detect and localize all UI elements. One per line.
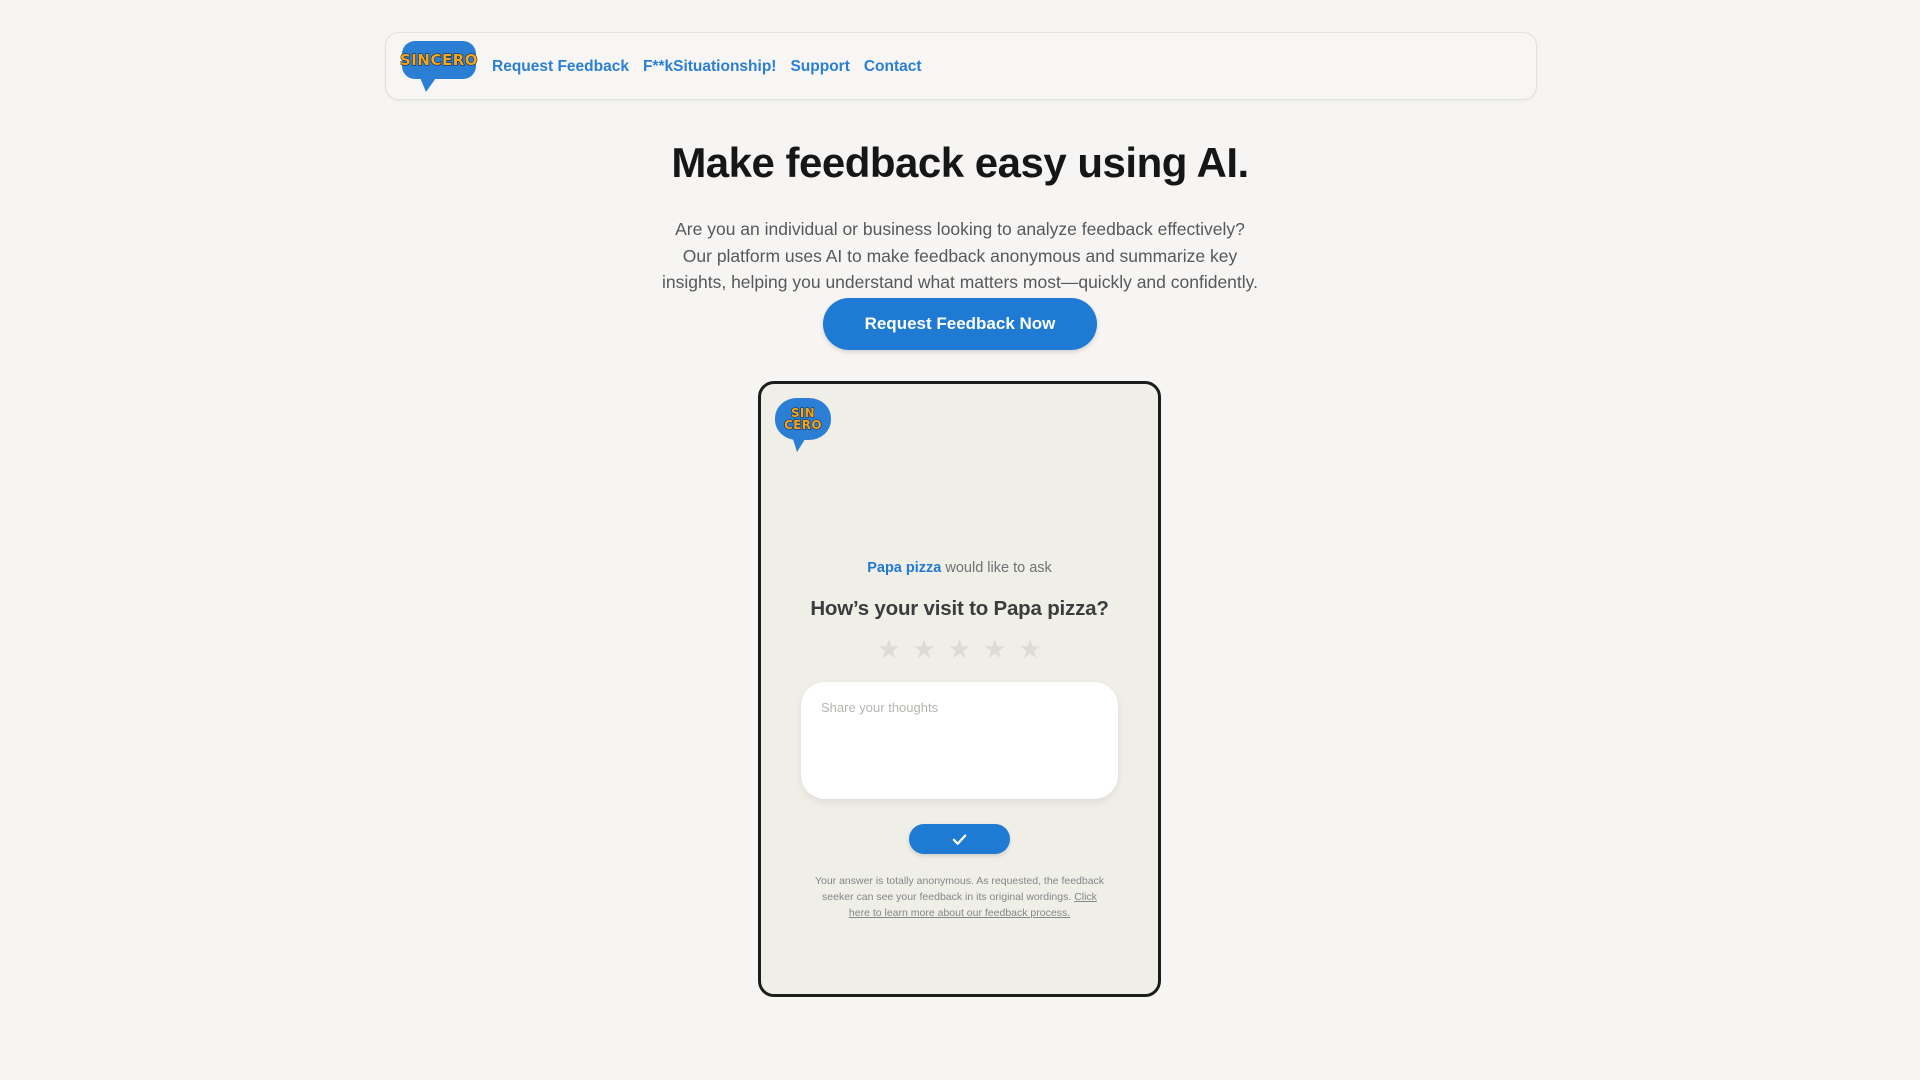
feedback-preview-card: SIN CERO Papa pizza would like to ask Ho…	[758, 381, 1161, 997]
card-sincero-logo: SIN CERO	[775, 398, 833, 454]
nav-link-fksituationship[interactable]: F**kSituationship!	[643, 58, 776, 76]
star-icon-1[interactable]: ★	[877, 636, 900, 662]
feedback-question: How’s your visit to Papa pizza?	[810, 597, 1109, 620]
submit-row	[779, 824, 1140, 854]
page-root: SINCERO Request Feedback F**kSituationsh…	[0, 0, 1920, 1080]
nav-link-contact[interactable]: Contact	[864, 58, 922, 76]
star-icon-3[interactable]: ★	[948, 636, 971, 662]
page-title: Make feedback easy using AI.	[671, 139, 1249, 186]
star-icon-4[interactable]: ★	[983, 636, 1006, 662]
speech-bubble-tail-icon	[419, 75, 438, 92]
nav-link-request-feedback[interactable]: Request Feedback	[492, 58, 629, 76]
star-rating[interactable]: ★ ★ ★ ★ ★	[779, 636, 1140, 662]
hero-subtitle: Are you an individual or business lookin…	[662, 219, 1258, 293]
logo-text-line2: CERO	[784, 418, 822, 432]
sincero-logo[interactable]: SINCERO	[399, 39, 478, 93]
cta-section: Request Feedback Now	[0, 298, 1920, 350]
asker-name: Papa pizza	[867, 560, 942, 576]
asker-line: Papa pizza would like to ask	[779, 560, 1140, 576]
speech-bubble-icon: SIN CERO	[775, 398, 831, 440]
submit-feedback-button[interactable]	[909, 824, 1010, 854]
card-body: Papa pizza would like to ask How’s your …	[761, 560, 1158, 921]
hero-section: Make feedback easy using AI. Are you an …	[0, 139, 1920, 296]
star-icon-5[interactable]: ★	[1018, 636, 1041, 662]
nav-links: Request Feedback F**kSituationship! Supp…	[492, 56, 922, 76]
asker-suffix: would like to ask	[941, 560, 1052, 576]
request-feedback-button[interactable]: Request Feedback Now	[822, 298, 1098, 350]
check-icon	[952, 833, 967, 845]
disclaimer-text: Your answer is totally anonymous. As req…	[814, 875, 1105, 903]
speech-bubble-tail-icon	[792, 436, 807, 452]
logo-text: SINCERO	[399, 50, 478, 69]
feedback-textarea[interactable]	[801, 682, 1118, 799]
star-icon-2[interactable]: ★	[913, 636, 936, 662]
speech-bubble-icon: SINCERO	[399, 41, 478, 79]
top-navigation-bar: SINCERO Request Feedback F**kSituationsh…	[385, 32, 1537, 100]
anonymity-disclaimer: Your answer is totally anonymous. As req…	[812, 874, 1108, 921]
nav-link-support[interactable]: Support	[790, 58, 849, 76]
